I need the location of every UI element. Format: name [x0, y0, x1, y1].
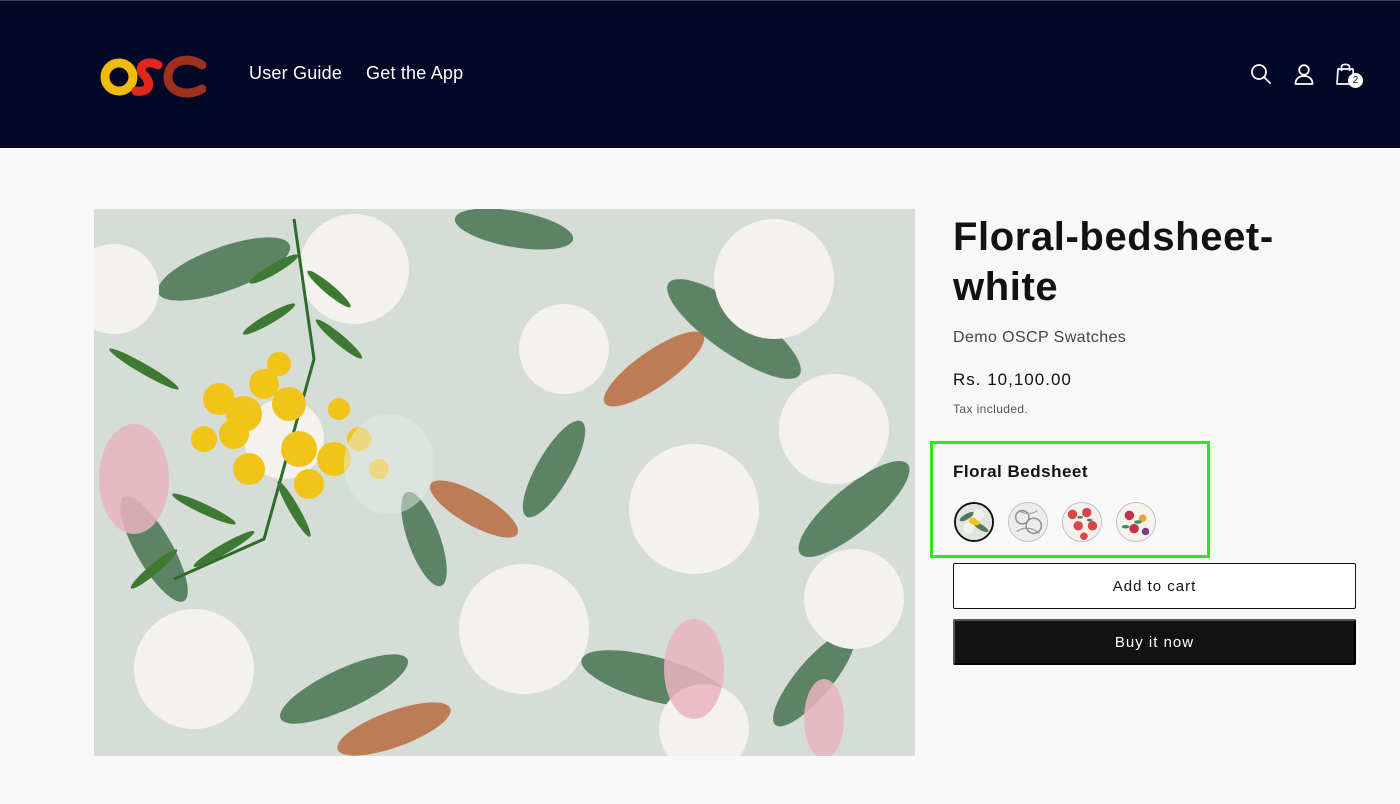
nav-link-get-the-app[interactable]: Get the App — [366, 63, 463, 84]
swatch-options — [954, 502, 1156, 542]
product-title: Floral-bedsheet-white — [953, 215, 1274, 309]
swatch-floral-multicolor[interactable] — [1116, 502, 1156, 542]
swatch-selector: Floral Bedsheet — [930, 441, 1210, 558]
product-vendor: Demo OSCP Swatches — [953, 329, 1127, 346]
cart-count-badge: 2 — [1348, 73, 1363, 88]
account-icon[interactable] — [1291, 61, 1317, 87]
swatch-floral-grey[interactable] — [1008, 502, 1048, 542]
floral-bedsheet-image — [94, 209, 915, 756]
tax-note: Tax included. — [953, 402, 1029, 416]
swatch-floral-white[interactable] — [954, 502, 994, 542]
site-header: User Guide Get the App 2 — [0, 0, 1400, 148]
nav-link-user-guide[interactable]: User Guide — [249, 63, 342, 84]
swatch-label: Floral Bedsheet — [953, 462, 1089, 481]
cart-icon[interactable]: 2 — [1334, 61, 1363, 88]
main-nav: User Guide Get the App — [249, 63, 463, 84]
product-price: Rs. 10,100.00 — [953, 370, 1072, 389]
search-icon[interactable] — [1248, 61, 1274, 87]
header-icons: 2 — [1248, 61, 1377, 88]
osc-logo[interactable] — [100, 51, 207, 101]
swatch-floral-red[interactable] — [1062, 502, 1102, 542]
product-image[interactable] — [94, 209, 915, 756]
add-to-cart-button[interactable]: Add to cart — [953, 563, 1356, 609]
buy-now-button[interactable]: Buy it now — [953, 619, 1356, 665]
